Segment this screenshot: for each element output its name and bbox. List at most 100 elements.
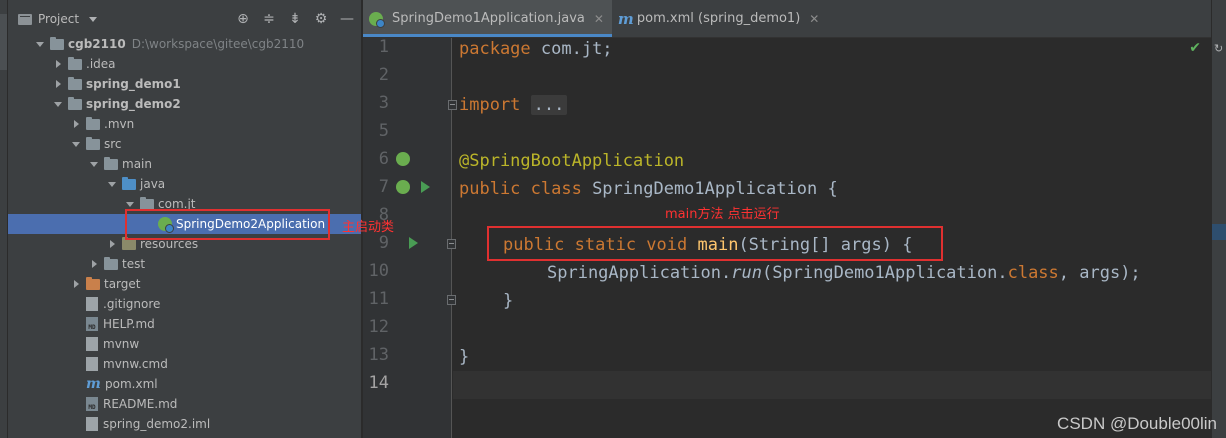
tree-item-label: README.md xyxy=(103,397,178,411)
run-class-icon[interactable] xyxy=(421,181,430,193)
tree-item[interactable]: SpringDemo2Application xyxy=(8,214,361,234)
markdown-file-icon: MD xyxy=(86,317,98,331)
code-line-13: } xyxy=(459,347,470,367)
tree-item[interactable]: spring_demo2.iml xyxy=(8,414,361,434)
tree-item[interactable]: src xyxy=(8,134,361,154)
tab-label: pom.xml (spring_demo1) xyxy=(636,11,801,26)
tree-item[interactable]: cgb2110 D:\workspace\gitee\cgb2110 xyxy=(8,34,361,54)
sync-icon[interactable]: ↻ xyxy=(1214,42,1223,55)
file-icon xyxy=(86,357,98,371)
chevron-down-icon[interactable] xyxy=(124,198,136,210)
line-number: 6 xyxy=(378,149,389,169)
code-line-11: } xyxy=(503,291,514,311)
code-line-6: @SpringBootApplication xyxy=(459,151,685,171)
tab-label: SpringDemo1Application.java xyxy=(392,11,585,26)
folder-icon xyxy=(86,276,100,290)
tree-item-label: cgb2110 xyxy=(68,37,126,51)
tab-pom-xml[interactable]: m pom.xml (spring_demo1) ✕ xyxy=(612,0,827,37)
file-icon xyxy=(86,337,98,351)
chevron-right-icon[interactable] xyxy=(52,58,64,70)
tree-item-label: SpringDemo2Application xyxy=(176,217,326,231)
chevron-right-icon[interactable] xyxy=(52,78,64,90)
folder-icon xyxy=(122,236,136,250)
chevron-down-icon[interactable] xyxy=(88,158,100,170)
project-tree: cgb2110 D:\workspace\gitee\cgb2110 .idea sp… xyxy=(8,34,361,434)
annotation-label-main-method: main方法 点击运行 xyxy=(665,207,780,222)
expand-all-icon[interactable]: ≑ xyxy=(261,10,277,28)
tree-item[interactable]: resources xyxy=(8,234,361,254)
tree-item-label: mvnw.cmd xyxy=(103,357,168,371)
code-line-7: public class SpringDemo1Application { xyxy=(459,179,838,199)
code-area[interactable]: package com.jt; import ... @SpringBootAp… xyxy=(453,38,1211,438)
close-icon[interactable]: ✕ xyxy=(594,12,604,26)
module-folder-icon xyxy=(68,76,82,90)
tree-item[interactable]: spring_demo2 xyxy=(8,94,361,114)
tree-item-path: D:\workspace\gitee\cgb2110 xyxy=(131,37,305,51)
spring-bean-icon[interactable] xyxy=(396,152,410,166)
commit-tool-window-tab[interactable] xyxy=(0,92,7,142)
spring-bean-icon[interactable] xyxy=(396,180,410,194)
right-tool-strip: ↻ xyxy=(1211,0,1226,438)
project-view-selector[interactable]: Project xyxy=(18,12,98,26)
module-folder-icon xyxy=(50,36,64,50)
chevron-down-icon[interactable] xyxy=(70,138,82,150)
tree-item[interactable]: main xyxy=(8,154,361,174)
line-number: 12 xyxy=(368,317,389,337)
folder-icon xyxy=(86,116,100,130)
collapse-all-icon[interactable]: ⇟ xyxy=(287,10,303,28)
tree-item[interactable]: java xyxy=(8,174,361,194)
folder-icon xyxy=(86,136,100,150)
line-number: 2 xyxy=(378,65,389,85)
tree-item-label: test xyxy=(122,257,146,271)
tree-item[interactable]: mvnw.cmd xyxy=(8,354,361,374)
tree-item[interactable]: .idea xyxy=(8,54,361,74)
project-title-label: Project xyxy=(38,12,80,26)
crosshair-icon[interactable]: ⊕ xyxy=(235,10,251,28)
chevron-right-icon[interactable] xyxy=(70,278,82,290)
watermark: CSDN @Double00lin xyxy=(1057,414,1217,433)
line-number: 3 xyxy=(378,93,389,113)
file-icon xyxy=(86,297,98,311)
tree-item[interactable]: target xyxy=(8,274,361,294)
run-main-icon[interactable] xyxy=(409,237,418,249)
tree-item-label: pom.xml xyxy=(105,377,158,391)
chevron-down-icon[interactable] xyxy=(52,98,64,110)
project-tool-window-tab[interactable] xyxy=(0,14,7,70)
gear-icon[interactable]: ⚙ xyxy=(313,10,329,28)
close-icon[interactable]: ✕ xyxy=(809,12,819,26)
chevron-down-icon[interactable] xyxy=(106,178,118,190)
editor: SpringDemo1Application.java ✕ m pom.xml … xyxy=(363,0,1217,438)
folded-imports[interactable]: ... xyxy=(530,95,568,115)
folder-icon xyxy=(122,176,136,190)
tree-item-label: .gitignore xyxy=(103,297,161,311)
tree-item[interactable]: mvnw xyxy=(8,334,361,354)
check-icon: ✔ xyxy=(1189,40,1201,56)
chevron-right-icon[interactable] xyxy=(70,118,82,130)
tree-item[interactable]: test xyxy=(8,254,361,274)
line-number: 13 xyxy=(368,345,389,365)
tree-item[interactable]: com.jt xyxy=(8,194,361,214)
code-line-9: public static void main(String[] args) { xyxy=(503,235,913,255)
chevron-right-icon[interactable] xyxy=(106,238,118,250)
code-line-3: import ... xyxy=(459,91,568,119)
tree-item[interactable]: m pom.xml xyxy=(8,374,361,394)
tree-item[interactable]: MD HELP.md xyxy=(8,314,361,334)
line-number: 1 xyxy=(378,37,389,57)
left-tool-strip xyxy=(0,0,8,438)
chevron-right-icon[interactable] xyxy=(88,258,100,270)
chevron-down-icon[interactable] xyxy=(34,38,46,50)
tree-item[interactable]: .gitignore xyxy=(8,294,361,314)
tree-item[interactable]: .mvn xyxy=(8,114,361,134)
tree-item-label: src xyxy=(104,137,122,151)
tree-item-label: .idea xyxy=(86,57,116,71)
minimize-icon[interactable]: — xyxy=(339,10,355,28)
project-icon xyxy=(18,13,32,25)
annotation-label-main-class: 主启动类 xyxy=(342,220,395,235)
tab-springdemo1application[interactable]: SpringDemo1Application.java ✕ xyxy=(363,0,612,37)
tree-item[interactable]: spring_demo1 xyxy=(8,74,361,94)
tree-item-label: .mvn xyxy=(104,117,135,131)
tree-item[interactable]: MD README.md xyxy=(8,394,361,414)
tree-item-label: resources xyxy=(140,237,199,251)
line-number: 10 xyxy=(368,261,389,281)
line-number: 11 xyxy=(368,289,389,309)
